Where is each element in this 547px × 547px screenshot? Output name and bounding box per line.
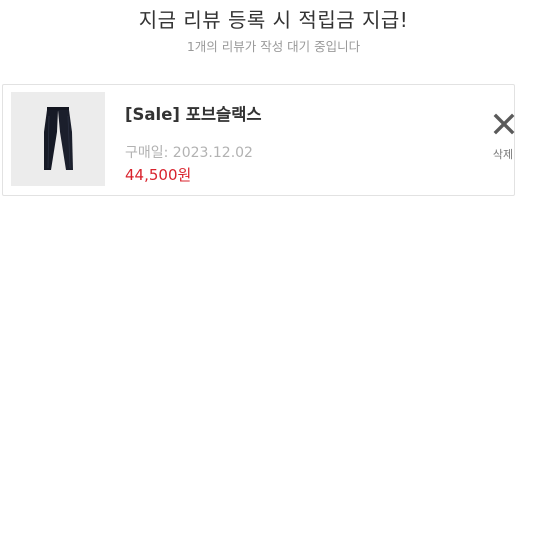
review-item-card[interactable]: [Sale] 포브슬랙스 구매일: 2023.12.02 44,500원 삭제 (2, 84, 515, 196)
delete-button[interactable]: 삭제 (477, 113, 529, 163)
slacks-image (44, 107, 73, 170)
purchase-date: 구매일: 2023.12.02 (125, 145, 253, 161)
page-title: 지금 리뷰 등록 시 적립금 지급! (138, 8, 409, 32)
pending-count-text: 1개의 리뷰가 작성 대기 중입니다 (186, 39, 361, 54)
product-thumbnail[interactable] (11, 92, 105, 186)
delete-label: 삭제 (492, 148, 514, 161)
product-name[interactable]: [Sale] 포브슬랙스 (125, 101, 262, 125)
close-icon (493, 113, 515, 135)
pending-reviews-page: 지금 리뷰 등록 시 적립금 지급! 1개의 리뷰가 작성 대기 중입니다 [S… (0, 0, 547, 547)
product-price: 44,500원 (125, 166, 192, 184)
